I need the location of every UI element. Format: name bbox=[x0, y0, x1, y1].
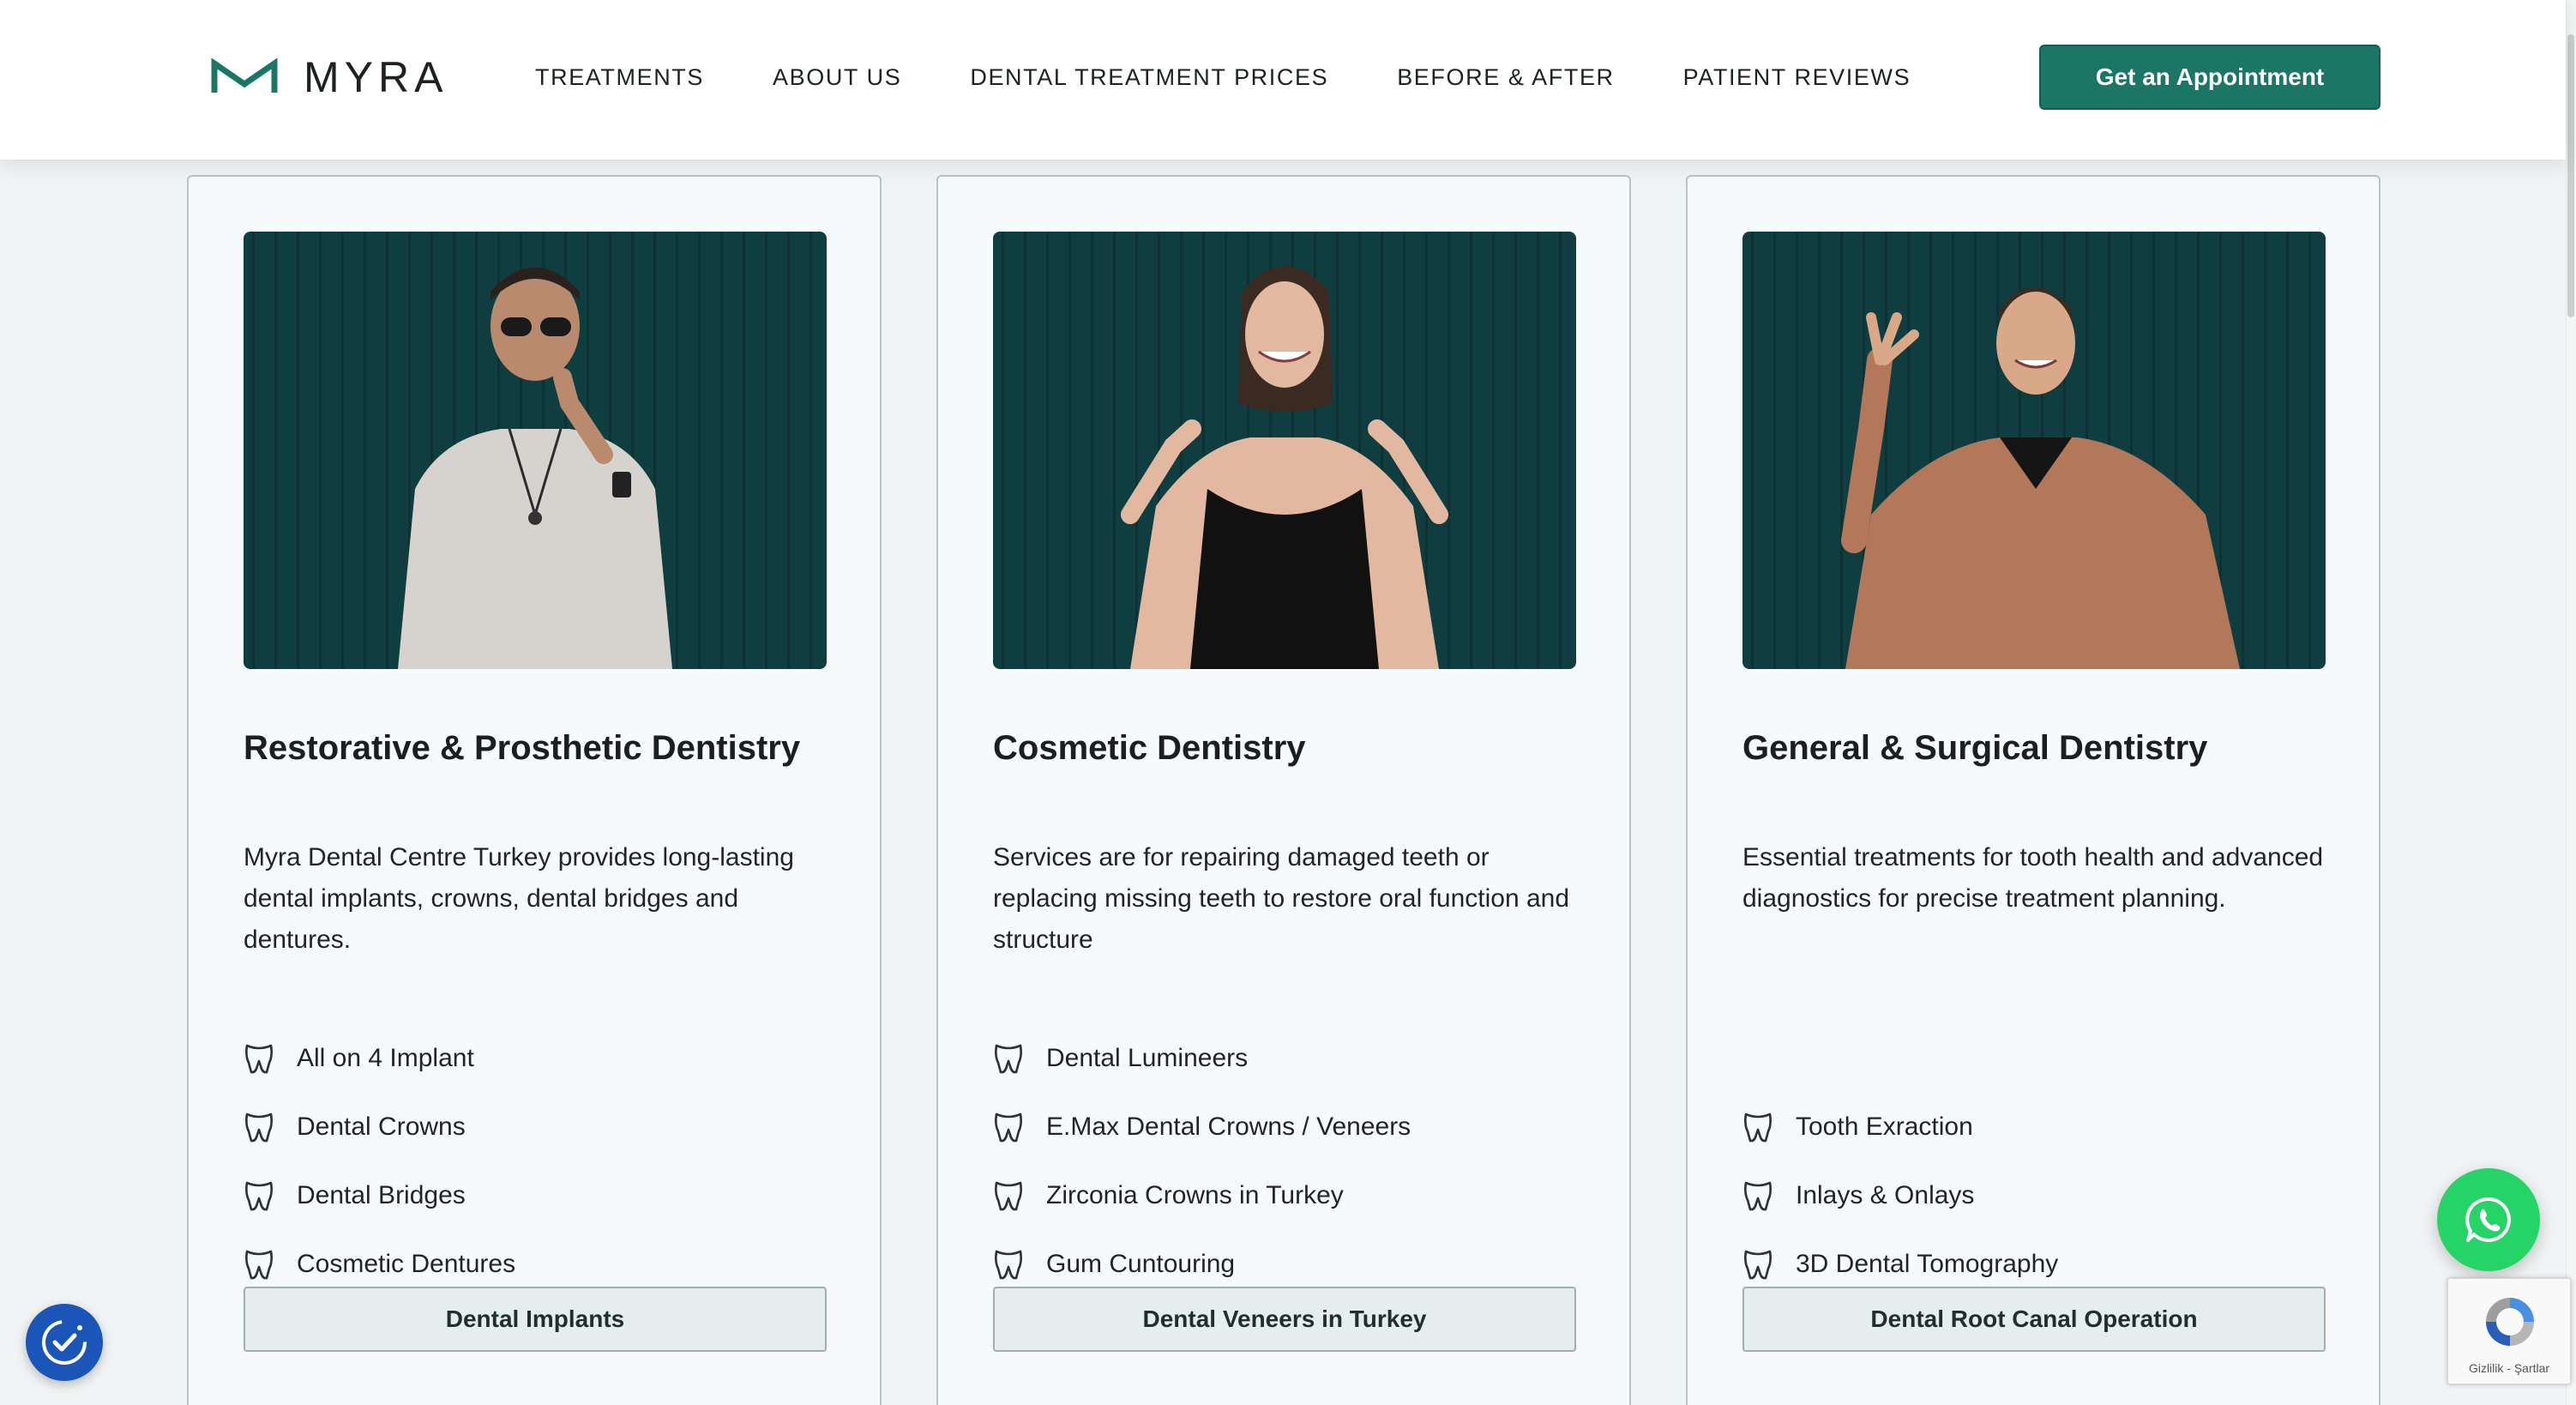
card-title: Restorative & Prosthetic Dentistry bbox=[244, 729, 801, 767]
tooth-icon bbox=[1744, 1250, 1772, 1280]
dental-veneers-button[interactable]: Dental Veneers in Turkey bbox=[993, 1287, 1576, 1352]
treatment-card-cosmetic: Cosmetic Dentistry Services are for repa… bbox=[936, 175, 1631, 1405]
page-scrollbar[interactable] bbox=[2566, 0, 2576, 1405]
list-item[interactable]: All on 4 Implant bbox=[244, 1024, 827, 1093]
get-appointment-button[interactable]: Get an Appointment bbox=[2039, 45, 2380, 110]
card-description: Myra Dental Centre Turkey provides long-… bbox=[244, 843, 794, 954]
feature-label: Dental Crowns bbox=[297, 1113, 466, 1141]
myra-logo-icon bbox=[211, 58, 278, 93]
nav-dental-treatment-prices[interactable]: DENTAL TREATMENT PRICES bbox=[970, 64, 1328, 91]
logo[interactable]: MYRA bbox=[211, 53, 448, 101]
list-item[interactable]: Dental Bridges bbox=[244, 1161, 827, 1230]
tooth-icon bbox=[245, 1181, 273, 1211]
feature-label: Gum Cuntouring bbox=[1046, 1250, 1236, 1278]
whatsapp-chat-button[interactable] bbox=[2437, 1168, 2540, 1271]
list-item[interactable]: Dental Lumineers bbox=[993, 1024, 1576, 1093]
tooth-icon bbox=[995, 1181, 1022, 1211]
list-item[interactable]: Zirconia Crowns in Turkey bbox=[993, 1161, 1576, 1230]
feature-list: Dental Lumineers E.Max Dental Crowns / V… bbox=[993, 1024, 1576, 1299]
list-item[interactable]: Tooth Exraction bbox=[1742, 1093, 2326, 1161]
feature-label: 3D Dental Tomography bbox=[1796, 1250, 2059, 1278]
tooth-icon bbox=[245, 1113, 273, 1143]
list-item[interactable]: Dental Crowns bbox=[244, 1093, 827, 1161]
cookie-consent-button[interactable] bbox=[26, 1304, 103, 1381]
feature-list: All on 4 Implant Dental Crowns Dental Br… bbox=[244, 1024, 827, 1299]
feature-label: Zirconia Crowns in Turkey bbox=[1046, 1181, 1344, 1209]
feature-label: E.Max Dental Crowns / Veneers bbox=[1046, 1113, 1411, 1141]
whatsapp-icon bbox=[2465, 1197, 2511, 1242]
recaptcha-icon bbox=[2486, 1298, 2534, 1346]
list-item[interactable]: E.Max Dental Crowns / Veneers bbox=[993, 1093, 1576, 1161]
main-nav: TREATMENTS ABOUT US DENTAL TREATMENT PRI… bbox=[535, 60, 1911, 94]
person-photo bbox=[1121, 266, 1448, 669]
tooth-icon bbox=[245, 1044, 273, 1074]
card-title: Cosmetic Dentistry bbox=[993, 729, 1306, 767]
nav-treatments[interactable]: TREATMENTS bbox=[535, 64, 704, 91]
feature-label: All on 4 Implant bbox=[297, 1044, 474, 1072]
cookie-check-icon bbox=[42, 1320, 87, 1365]
scrollbar-thumb[interactable] bbox=[2567, 34, 2574, 317]
nav-about-us[interactable]: ABOUT US bbox=[773, 64, 901, 91]
feature-label: Tooth Exraction bbox=[1796, 1113, 1973, 1141]
card-description: Services are for repairing damaged teeth… bbox=[993, 843, 1570, 954]
tooth-icon bbox=[1744, 1113, 1772, 1143]
card-description: Essential treatments for tooth health an… bbox=[1742, 843, 2324, 913]
person-photo bbox=[398, 268, 672, 669]
card-photo-man-sunglasses bbox=[244, 232, 827, 669]
root-canal-button[interactable]: Dental Root Canal Operation bbox=[1742, 1287, 2326, 1352]
tooth-icon bbox=[1744, 1181, 1772, 1211]
tooth-icon bbox=[245, 1250, 273, 1280]
feature-label: Dental Lumineers bbox=[1046, 1044, 1249, 1072]
recaptcha-links[interactable]: Gizlilik - Şartlar bbox=[2448, 1361, 2570, 1375]
card-photo-man-waving bbox=[1742, 232, 2326, 669]
feature-list: Tooth Exraction Inlays & Onlays 3D Denta… bbox=[1742, 1093, 2326, 1299]
tooth-icon bbox=[995, 1113, 1022, 1143]
nav-before-after[interactable]: BEFORE & AFTER bbox=[1397, 64, 1614, 91]
feature-label: Inlays & Onlays bbox=[1796, 1181, 1975, 1209]
person-photo bbox=[1841, 287, 2240, 669]
treatment-card-restorative: Restorative & Prosthetic Dentistry Myra … bbox=[187, 175, 882, 1405]
feature-label: Dental Bridges bbox=[297, 1181, 466, 1209]
card-title: General & Surgical Dentistry bbox=[1742, 729, 2208, 767]
dental-implants-button[interactable]: Dental Implants bbox=[244, 1287, 827, 1352]
recaptcha-badge[interactable]: Gizlilik - Şartlar bbox=[2447, 1278, 2571, 1384]
tooth-icon bbox=[995, 1250, 1022, 1280]
site-header: MYRA TREATMENTS ABOUT US DENTAL TREATMEN… bbox=[0, 0, 2566, 160]
nav-patient-reviews[interactable]: PATIENT REVIEWS bbox=[1683, 64, 1911, 91]
treatment-card-general: General & Surgical Dentistry Essential t… bbox=[1686, 175, 2380, 1405]
card-photo-woman-smiling bbox=[993, 232, 1576, 669]
feature-label: Cosmetic Dentures bbox=[297, 1250, 516, 1278]
logo-text: MYRA bbox=[304, 53, 448, 101]
list-item[interactable]: Inlays & Onlays bbox=[1742, 1161, 2326, 1230]
tooth-icon bbox=[995, 1044, 1022, 1074]
